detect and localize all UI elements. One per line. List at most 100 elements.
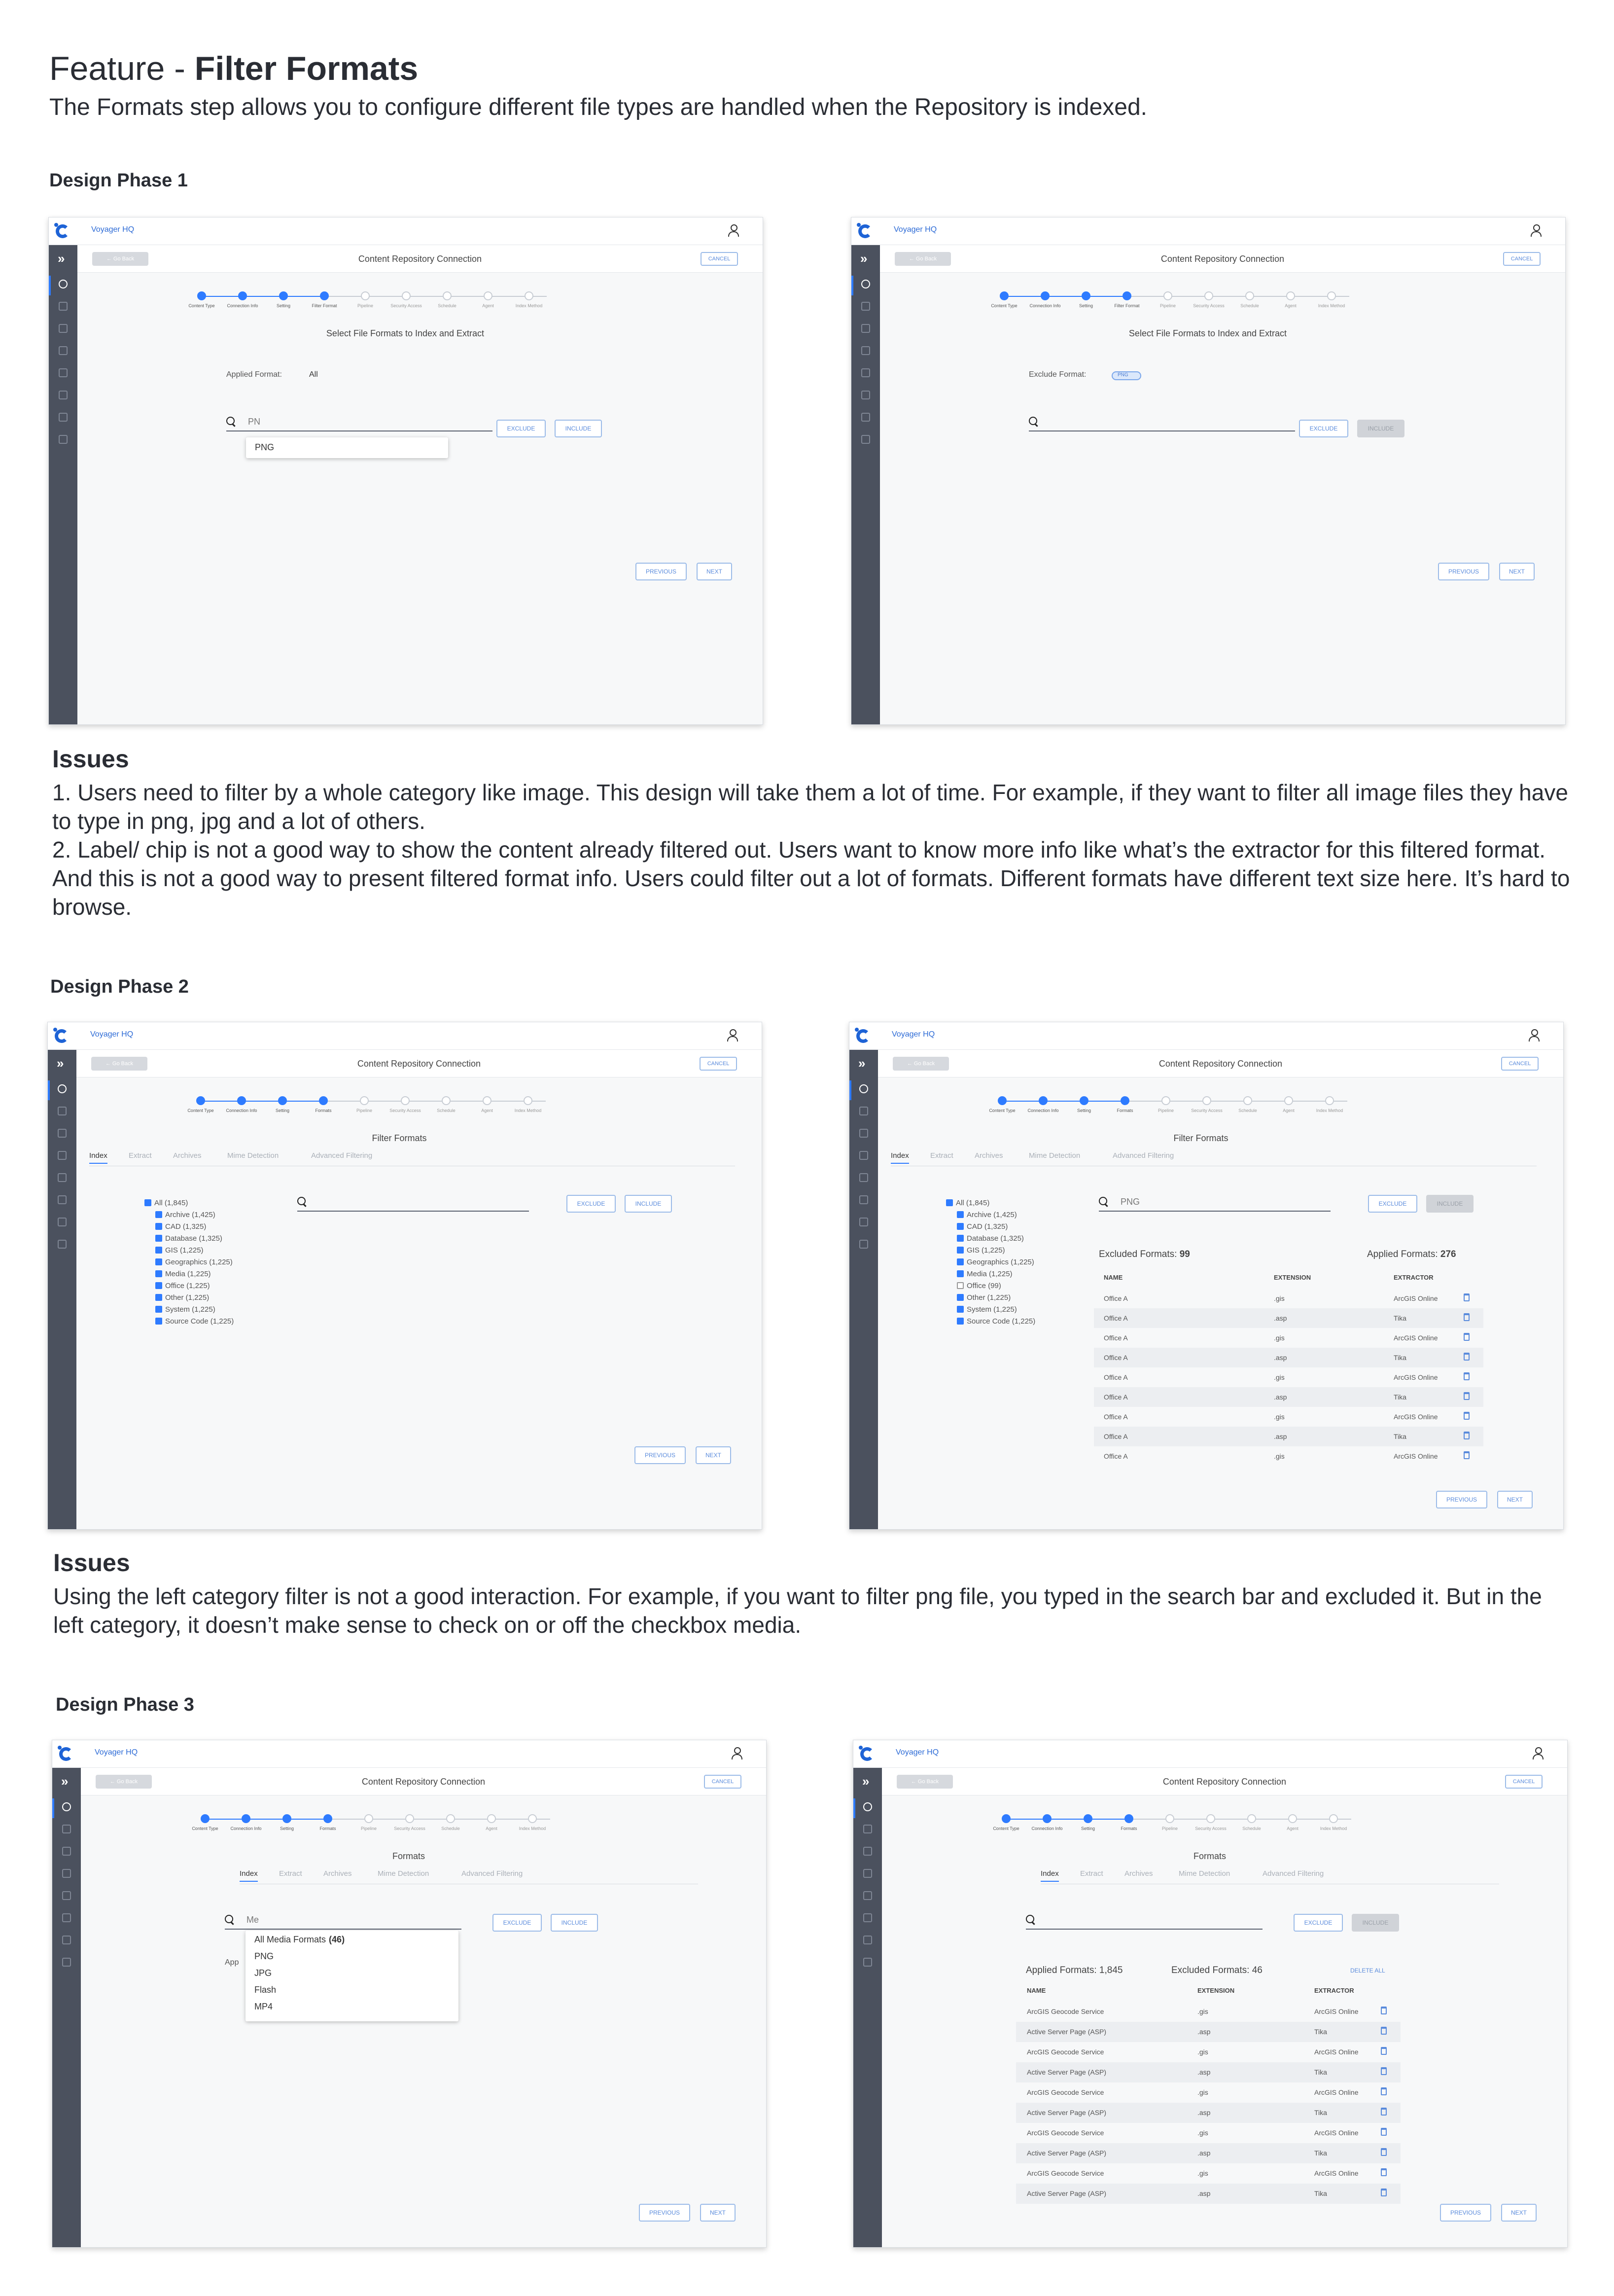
sidebar-nav-icon[interactable] xyxy=(62,1958,71,1967)
category-filter-item[interactable]: GIS (1,225) xyxy=(155,1246,204,1255)
category-checkbox[interactable] xyxy=(957,1235,964,1242)
expand-sidebar-icon[interactable]: » xyxy=(860,251,867,266)
sidebar-nav-icon[interactable] xyxy=(58,1240,67,1249)
format-search-input[interactable] xyxy=(297,1195,529,1212)
tab-advanced-filtering[interactable]: Advanced Filtering xyxy=(461,1869,523,1878)
previous-button[interactable]: PREVIOUS xyxy=(1440,2204,1491,2222)
category-filter-item[interactable]: Archive (1,425) xyxy=(957,1211,1017,1219)
user-icon[interactable] xyxy=(1533,1747,1544,1760)
sidebar-nav-icon[interactable] xyxy=(859,1173,868,1182)
suggestion-item[interactable]: PNG xyxy=(254,1951,274,1962)
previous-button[interactable]: PREVIOUS xyxy=(635,563,687,580)
category-checkbox[interactable] xyxy=(155,1247,162,1254)
category-filter-item[interactable]: Source Code (1,225) xyxy=(957,1317,1035,1326)
include-button[interactable]: INCLUDE xyxy=(1426,1195,1474,1213)
category-filter-item[interactable]: All (1,845) xyxy=(946,1199,989,1207)
delete-row-icon[interactable] xyxy=(1381,2168,1387,2176)
sidebar-nav-icon[interactable] xyxy=(58,1173,67,1182)
category-checkbox[interactable] xyxy=(957,1318,964,1325)
cancel-button[interactable]: CANCEL xyxy=(701,252,738,266)
delete-row-icon[interactable] xyxy=(1381,2067,1387,2075)
exclude-button[interactable]: EXCLUDE xyxy=(496,420,546,437)
category-checkbox[interactable] xyxy=(946,1199,953,1206)
exclude-button[interactable]: EXCLUDE xyxy=(1294,1914,1343,1932)
category-filter-item[interactable]: Archive (1,425) xyxy=(155,1211,215,1219)
category-checkbox[interactable] xyxy=(155,1211,162,1218)
tab-mime-detection[interactable]: Mime Detection xyxy=(1029,1151,1080,1160)
category-filter-item[interactable]: System (1,225) xyxy=(155,1305,215,1314)
sidebar-nav-icon[interactable] xyxy=(59,302,68,311)
sidebar-nav-icon[interactable] xyxy=(58,1218,67,1226)
delete-row-icon[interactable] xyxy=(1381,2007,1387,2014)
sidebar-nav-icon[interactable] xyxy=(62,1891,71,1900)
category-checkbox[interactable] xyxy=(144,1199,151,1206)
category-checkbox[interactable] xyxy=(957,1211,964,1218)
category-checkbox[interactable] xyxy=(957,1306,964,1313)
sidebar-nav-icon[interactable] xyxy=(62,1913,71,1922)
tab-mime-detection[interactable]: Mime Detection xyxy=(227,1151,279,1160)
sidebar-nav-icon[interactable] xyxy=(62,1802,71,1811)
category-checkbox[interactable] xyxy=(957,1270,964,1277)
tab-advanced-filtering[interactable]: Advanced Filtering xyxy=(1113,1151,1174,1160)
next-button[interactable]: NEXT xyxy=(696,1446,731,1464)
format-search-input[interactable]: PNG xyxy=(1099,1195,1331,1212)
exclude-button[interactable]: EXCLUDE xyxy=(566,1195,616,1213)
expand-sidebar-icon[interactable]: » xyxy=(58,251,65,266)
sidebar-nav-icon[interactable] xyxy=(863,1936,872,1944)
cancel-button[interactable]: CANCEL xyxy=(1503,252,1541,266)
category-checkbox[interactable] xyxy=(155,1270,162,1277)
sidebar-nav-icon[interactable] xyxy=(861,324,870,333)
sidebar-nav-icon[interactable] xyxy=(863,1825,872,1833)
category-filter-item[interactable]: Other (1,225) xyxy=(957,1293,1011,1302)
suggestion-item[interactable]: All Media Formats (46) xyxy=(254,1935,345,1945)
category-checkbox[interactable] xyxy=(957,1258,964,1265)
tab-index[interactable]: Index xyxy=(891,1151,909,1164)
sidebar-nav-icon[interactable] xyxy=(861,280,870,288)
sidebar-nav-icon[interactable] xyxy=(59,413,68,422)
next-button[interactable]: NEXT xyxy=(700,2204,736,2222)
previous-button[interactable]: PREVIOUS xyxy=(1436,1491,1487,1508)
expand-sidebar-icon[interactable]: » xyxy=(862,1774,869,1789)
delete-row-icon[interactable] xyxy=(1381,2027,1387,2035)
sidebar-nav-icon[interactable] xyxy=(62,1825,71,1833)
tab-archives[interactable]: Archives xyxy=(1124,1869,1153,1878)
delete-row-icon[interactable] xyxy=(1464,1333,1470,1341)
sidebar-nav-icon[interactable] xyxy=(863,1891,872,1900)
delete-row-icon[interactable] xyxy=(1464,1392,1470,1400)
sidebar-nav-icon[interactable] xyxy=(62,1869,71,1878)
cancel-button[interactable]: CANCEL xyxy=(1501,1057,1539,1071)
delete-row-icon[interactable] xyxy=(1381,2108,1387,2116)
exclude-button[interactable]: EXCLUDE xyxy=(1368,1195,1417,1213)
sidebar-nav-icon[interactable] xyxy=(59,346,68,355)
sidebar-nav-icon[interactable] xyxy=(59,368,68,377)
tab-extract[interactable]: Extract xyxy=(129,1151,152,1160)
sidebar-nav-icon[interactable] xyxy=(859,1218,868,1226)
tab-advanced-filtering[interactable]: Advanced Filtering xyxy=(311,1151,372,1160)
sidebar-nav-icon[interactable] xyxy=(58,1129,67,1138)
sidebar-nav-icon[interactable] xyxy=(863,1802,872,1811)
previous-button[interactable]: PREVIOUS xyxy=(639,2204,690,2222)
user-icon[interactable] xyxy=(1529,1029,1540,1042)
format-search-input[interactable]: Me xyxy=(225,1913,461,1930)
category-filter-item[interactable]: Database (1,325) xyxy=(957,1234,1024,1243)
format-search-input[interactable] xyxy=(1026,1913,1263,1930)
sidebar-nav-icon[interactable] xyxy=(62,1936,71,1944)
category-checkbox[interactable] xyxy=(155,1282,162,1289)
sidebar-nav-icon[interactable] xyxy=(861,391,870,399)
category-filter-item[interactable]: All (1,845) xyxy=(144,1199,188,1207)
include-button[interactable]: INCLUDE xyxy=(555,420,602,437)
tab-extract[interactable]: Extract xyxy=(279,1869,302,1878)
delete-row-icon[interactable] xyxy=(1464,1412,1470,1420)
tab-extract[interactable]: Extract xyxy=(1080,1869,1103,1878)
expand-sidebar-icon[interactable]: » xyxy=(61,1774,68,1789)
sidebar-nav-icon[interactable] xyxy=(859,1195,868,1204)
tab-index[interactable]: Index xyxy=(89,1151,107,1164)
include-button[interactable]: INCLUDE xyxy=(625,1195,672,1213)
sidebar-nav-icon[interactable] xyxy=(62,1847,71,1856)
category-filter-item[interactable]: Office (99) xyxy=(957,1282,1001,1290)
next-button[interactable]: NEXT xyxy=(1501,2204,1537,2222)
suggestion-item[interactable]: MP4 xyxy=(254,2002,273,2012)
tab-mime-detection[interactable]: Mime Detection xyxy=(378,1869,429,1878)
tab-archives[interactable]: Archives xyxy=(975,1151,1003,1160)
format-search-input[interactable]: PN xyxy=(226,415,492,431)
